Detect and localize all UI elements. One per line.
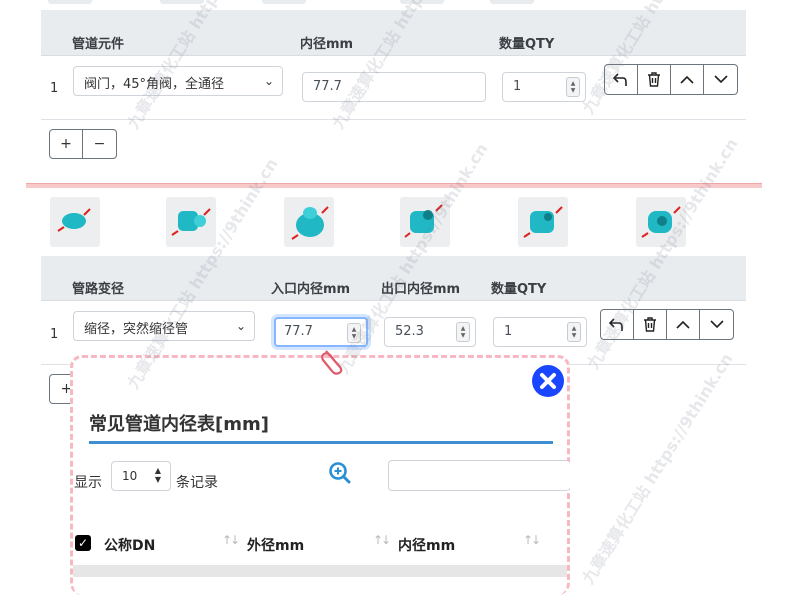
reducer-icon-tile[interactable] <box>518 197 568 247</box>
number-spinner[interactable]: ▲ ▼ <box>456 322 470 342</box>
paperclip-icon <box>321 350 343 375</box>
reset-icon <box>609 317 623 331</box>
row-index: 1 <box>50 327 59 342</box>
col-header-qty: 数量QTY <box>491 282 547 297</box>
col-header-qty: 数量QTY <box>499 37 555 52</box>
reducer-select[interactable]: 缩径，突然缩径管 ⌄ <box>73 311 255 341</box>
number-spinner[interactable]: ▲ ▼ <box>347 323 361 343</box>
row-actions <box>604 64 738 95</box>
reducer-icon-tile[interactable] <box>284 197 334 247</box>
trash-icon <box>644 317 656 332</box>
chevron-up-icon <box>680 75 694 84</box>
sort-updown-icon: ▲ ▼ <box>154 466 161 484</box>
delete-button[interactable] <box>634 310 667 339</box>
component-icon-tile[interactable] <box>262 0 306 4</box>
col-header-outer-diameter[interactable]: 外径mm <box>247 535 304 555</box>
component-icon-tile[interactable] <box>48 0 92 4</box>
number-spinner[interactable]: ▲ ▼ <box>567 322 581 342</box>
outlet-diameter-input[interactable]: 52.3 ▲ ▼ <box>384 317 476 347</box>
sort-icon[interactable]: ↑↓ <box>373 533 391 547</box>
col-header-component: 管道元件 <box>72 37 125 52</box>
trash-icon <box>648 72 660 87</box>
search-input[interactable] <box>388 460 570 491</box>
watermark: 九章速算化工站 https://9think.cn <box>578 349 737 588</box>
col-header-outlet: 出口内径mm <box>381 282 461 297</box>
reducer-icon-tile[interactable] <box>636 197 686 247</box>
inlet-diameter-value: 77.7 <box>284 324 313 339</box>
table-header <box>41 10 746 56</box>
zoom-in-icon[interactable] <box>328 461 352 485</box>
component-icon-tile[interactable] <box>160 0 204 4</box>
reset-icon <box>613 72 627 86</box>
reducer-icon <box>57 208 91 232</box>
close-icon <box>540 373 556 389</box>
reducer-icon-tile[interactable] <box>400 197 450 247</box>
reducer-icon <box>171 208 211 236</box>
inner-diameter-input[interactable]: 77.7 <box>302 72 486 102</box>
move-up-button[interactable] <box>671 65 704 94</box>
col-header-inner-diameter[interactable]: 内径mm <box>398 535 455 555</box>
qty-value: 1 <box>513 79 522 94</box>
reset-button[interactable] <box>601 310 634 339</box>
popup-title: 常见管道内径表[mm] <box>89 414 269 435</box>
show-label: 显示 <box>74 475 102 491</box>
col-header-component: 管路变径 <box>72 282 125 297</box>
reducer-icon-tile[interactable] <box>166 197 216 247</box>
chevron-down-icon <box>713 75 728 84</box>
chevron-down-icon: ⌄ <box>235 319 246 333</box>
component-select-value: 阀门，45°角阀，全通径 <box>84 77 225 92</box>
qty-input[interactable]: 1 ▲ ▼ <box>493 317 587 347</box>
records-label: 条记录 <box>176 475 218 491</box>
add-row-button[interactable]: + <box>50 130 83 158</box>
move-down-button[interactable] <box>700 310 733 339</box>
page-size-value: 10 <box>122 469 138 483</box>
page-size-select[interactable]: 10 ▲ ▼ <box>111 461 171 491</box>
row-divider <box>41 119 746 120</box>
delete-button[interactable] <box>638 65 671 94</box>
number-spinner[interactable]: ▲ ▼ <box>566 77 580 97</box>
component-select[interactable]: 阀门，45°角阀，全通径 ⌄ <box>73 66 283 96</box>
col-header-inner-diameter: 内径mm <box>300 37 354 52</box>
reset-button[interactable] <box>605 65 638 94</box>
row-actions <box>600 309 734 340</box>
chevron-down-icon: ⌄ <box>263 74 274 88</box>
remove-row-button[interactable]: − <box>83 130 116 158</box>
title-underline <box>89 441 553 444</box>
reducer-icon <box>523 206 563 238</box>
component-icon-tile[interactable] <box>400 0 444 4</box>
table-row <box>73 565 567 577</box>
inlet-diameter-input[interactable]: 77.7 ▲ ▼ <box>274 317 368 347</box>
select-all-checkbox[interactable]: ✓ <box>75 535 91 551</box>
reducer-icon <box>404 204 443 238</box>
row-index: 1 <box>50 81 59 96</box>
sort-icon[interactable]: ↑↓ <box>523 533 541 547</box>
col-header-inlet: 入口内径mm <box>271 282 351 297</box>
close-popup-button[interactable] <box>532 365 564 397</box>
add-remove-group: + − <box>49 129 117 159</box>
reducer-select-value: 缩径，突然缩径管 <box>84 322 189 337</box>
reducer-icon <box>291 206 329 240</box>
move-up-button[interactable] <box>667 310 700 339</box>
component-icon-tile[interactable] <box>490 0 534 4</box>
section-divider <box>26 183 762 188</box>
reducer-icon <box>641 206 681 238</box>
chevron-down-icon <box>709 320 724 329</box>
col-header-dn[interactable]: 公称DN <box>104 535 155 555</box>
qty-input[interactable]: 1 ▲ ▼ <box>502 72 586 102</box>
qty-value: 1 <box>504 324 513 339</box>
inner-diameter-value: 77.7 <box>313 79 342 94</box>
sort-icon[interactable]: ↑↓ <box>222 533 240 547</box>
chevron-up-icon <box>676 320 690 329</box>
move-down-button[interactable] <box>704 65 737 94</box>
reducer-icon-tile[interactable] <box>50 197 100 247</box>
outlet-diameter-value: 52.3 <box>395 324 424 339</box>
